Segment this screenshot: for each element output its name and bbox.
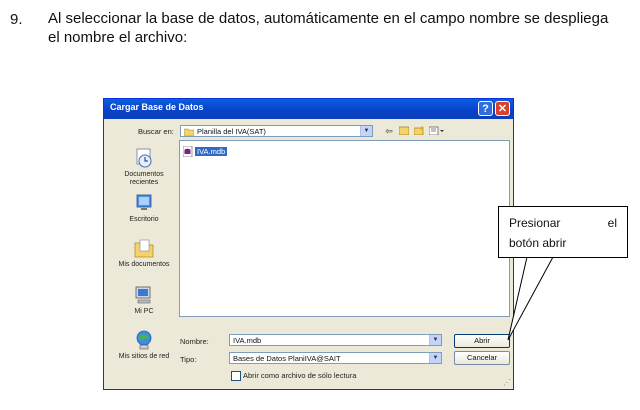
callout-box: Presionar el botón abrir [498, 206, 628, 258]
callout-text-line2: botón abrir [509, 236, 567, 250]
callout-pointer [507, 256, 554, 341]
callout-text-line1-end: el [607, 216, 617, 230]
callout-text-line1-start: Presionar [509, 216, 561, 230]
